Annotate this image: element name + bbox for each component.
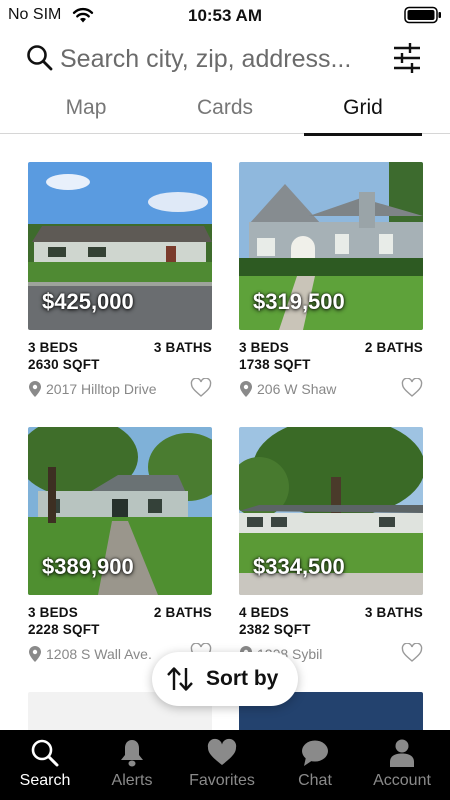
search-icon [27, 45, 53, 71]
listing-address: 2017 Hilltop Drive [46, 381, 157, 397]
nav-account[interactable]: Account [357, 730, 447, 800]
listing-beds: 3 BEDS [28, 605, 78, 620]
favorite-heart-icon[interactable] [401, 378, 423, 398]
bottom-nav: Search Alerts Favorites Chat Account [0, 730, 450, 800]
listing-baths: 3 BATHS [364, 605, 423, 620]
listing-beds: 4 BEDS [239, 605, 289, 620]
location-pin-icon [29, 646, 41, 662]
listing-card[interactable]: $319,500 3 BEDS 2 BATHS 1738 SQFT 206 W … [239, 162, 423, 412]
tab-map[interactable]: Map [27, 96, 145, 134]
listing-address: 1208 S Wall Ave. [46, 646, 152, 662]
nav-search[interactable]: Search [0, 730, 90, 800]
nav-label-search: Search [19, 772, 71, 789]
location-pin-icon [29, 381, 41, 397]
view-tabs: Map Cards Grid [0, 92, 450, 136]
sort-by-button[interactable]: Sort by [152, 652, 298, 706]
listing-baths: 2 BATHS [364, 340, 423, 355]
location-pin-icon [240, 381, 252, 397]
tab-grid[interactable]: Grid [304, 96, 422, 136]
status-bar: No SIM 10:53 AM [0, 0, 450, 30]
listing-sqft: 2228 SQFT [28, 622, 100, 637]
listing-card[interactable]: $425,000 3 BEDS 3 BATHS 2630 SQFT 2017 H… [28, 162, 212, 412]
listing-price: $389,900 [42, 554, 134, 579]
nav-alerts[interactable]: Alerts [87, 730, 177, 800]
listing-sqft: 1738 SQFT [239, 357, 311, 372]
chat-bubble-icon [302, 740, 328, 766]
listing-beds: 3 BEDS [28, 340, 78, 355]
tab-cards[interactable]: Cards [166, 96, 284, 134]
search-input[interactable] [60, 42, 380, 76]
nav-label-favorites: Favorites [189, 772, 255, 789]
filter-sliders-icon[interactable] [392, 42, 422, 74]
search-bar [0, 40, 450, 82]
listing-address: 206 W Shaw [257, 381, 337, 397]
listing-card[interactable]: $389,900 3 BEDS 2 BATHS 2228 SQFT 1208 S… [28, 427, 212, 677]
bell-icon [121, 740, 143, 767]
listing-grid: $425,000 3 BEDS 3 BATHS 2630 SQFT 2017 H… [0, 162, 450, 730]
favorite-heart-icon[interactable] [401, 643, 423, 663]
sort-arrows-icon [167, 667, 193, 691]
nav-chat[interactable]: Chat [270, 730, 360, 800]
nav-label-chat: Chat [298, 772, 332, 789]
heart-icon [207, 738, 237, 765]
battery-icon [404, 6, 441, 24]
listing-price: $334,500 [253, 554, 345, 579]
listing-sqft: 2630 SQFT [28, 357, 100, 372]
listing-beds: 3 BEDS [239, 340, 289, 355]
listing-sqft: 2382 SQFT [239, 622, 311, 637]
person-icon [390, 739, 414, 767]
listing-price: $425,000 [42, 289, 134, 314]
clock: 10:53 AM [187, 6, 262, 25]
search-icon [31, 739, 59, 767]
listing-baths: 3 BATHS [153, 340, 212, 355]
nav-label-account: Account [373, 772, 431, 789]
sort-by-label: Sort by [206, 667, 279, 690]
nav-label-alerts: Alerts [111, 772, 153, 789]
listing-card[interactable]: $334,500 4 BEDS 3 BATHS 2382 SQFT 1208 S… [239, 427, 423, 677]
listing-baths: 2 BATHS [153, 605, 212, 620]
favorite-heart-icon[interactable] [190, 378, 212, 398]
nav-favorites[interactable]: Favorites [177, 730, 267, 800]
listing-price: $319,500 [253, 289, 345, 314]
